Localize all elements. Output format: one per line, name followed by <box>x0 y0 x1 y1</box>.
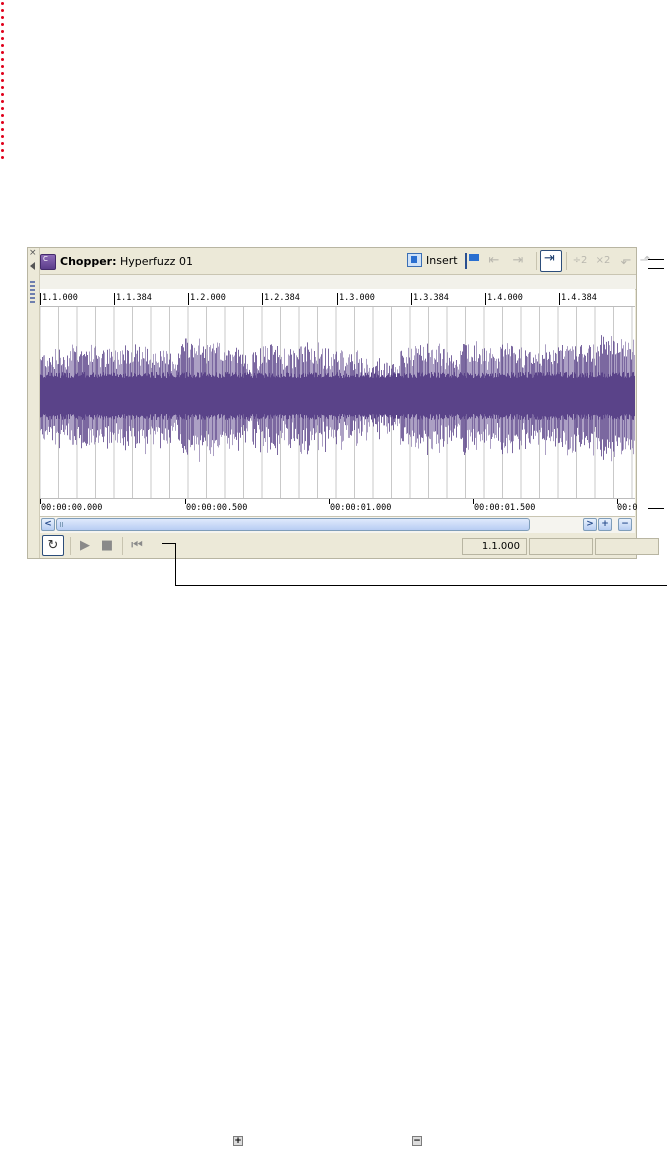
toolbar-separator <box>122 537 123 555</box>
toolbar-separator <box>536 252 537 270</box>
margin-dots <box>0 0 6 160</box>
ruler-label: 1.4.000 <box>487 293 523 303</box>
go-to-start-button[interactable]: ⏮ <box>128 537 146 555</box>
horizontal-scrollbar[interactable]: < > + − <box>40 516 635 533</box>
ruler-label: 1.3.384 <box>413 293 449 303</box>
shift-right-icon[interactable]: ⬏ <box>637 253 653 269</box>
ruler-tick <box>40 293 41 305</box>
ruler-label: 1.2.000 <box>190 293 226 303</box>
ruler-tick <box>114 293 115 305</box>
insert-label: Insert <box>426 254 458 267</box>
move-right-icon[interactable]: ⇥ <box>510 253 526 269</box>
ruler-label: 1.1.000 <box>42 293 78 303</box>
time-label: 00:0 <box>617 503 638 513</box>
ruler-label: 1.1.384 <box>116 293 152 303</box>
waveform-svg <box>40 307 635 498</box>
play-button[interactable]: ▶ <box>76 537 94 555</box>
ruler-label: 1.4.384 <box>561 293 597 303</box>
toolbar-separator <box>566 252 567 270</box>
ruler-tick <box>559 293 560 305</box>
window-title: Chopper: Hyperfuzz 01 <box>60 255 193 268</box>
callout-line <box>648 259 664 260</box>
zoom-in-button[interactable]: + <box>598 518 612 531</box>
callout-line <box>648 508 664 509</box>
ruler-tick <box>411 293 412 305</box>
ruler-tick <box>188 293 189 305</box>
time-ruler: 00:00:00.000 00:00:00.500 00:00:01.000 0… <box>40 498 638 517</box>
time-label: 00:00:01.500 <box>474 503 536 513</box>
scroll-right-button[interactable]: > <box>583 518 597 531</box>
stop-button[interactable]: ■ <box>98 537 116 555</box>
time-label: 00:00:00.000 <box>41 503 103 513</box>
window-title-prefix: Chopper: <box>60 255 117 268</box>
ruler-tick <box>337 293 338 305</box>
beat-ruler[interactable]: 1.1.000 1.1.384 1.2.000 1.2.384 1.3.000 … <box>40 289 635 307</box>
multiply-icon[interactable]: ×2 <box>595 253 611 269</box>
time-label: 00:00:01.000 <box>330 503 392 513</box>
move-left-icon[interactable]: ⇤ <box>486 253 502 269</box>
ruler-tick <box>262 293 263 305</box>
zoom-in-icon: + <box>233 1136 243 1146</box>
scroll-left-button[interactable]: < <box>41 518 55 531</box>
ruler-tick <box>485 293 486 305</box>
callout-line <box>162 543 175 544</box>
divide-icon[interactable]: ÷2 <box>572 253 588 269</box>
callout-line <box>648 268 664 269</box>
window-title-name: Hyperfuzz 01 <box>116 255 193 268</box>
callout-line <box>175 585 667 586</box>
collapse-arrow-icon[interactable] <box>30 262 35 270</box>
window-titlebar: Chopper: Hyperfuzz 01 Insert ⇤ ⇥ ÷2 ×2 ⬐… <box>40 248 650 274</box>
snap-toggle-button[interactable] <box>540 250 562 272</box>
grip-handle-icon[interactable] <box>30 281 35 303</box>
zoom-out-icon: − <box>412 1136 422 1146</box>
zoom-out-button[interactable]: − <box>618 518 632 531</box>
status-field-3 <box>595 538 659 555</box>
timeline-strip[interactable] <box>40 274 636 290</box>
ruler-label: 1.2.384 <box>264 293 300 303</box>
position-readout: 1.1.000 <box>462 538 527 555</box>
close-icon[interactable]: × <box>29 248 37 258</box>
insert-icon <box>407 253 422 267</box>
chopper-app-icon <box>40 254 56 270</box>
status-field-2 <box>529 538 593 555</box>
loop-playback-button[interactable]: ↻ <box>42 535 64 556</box>
add-marker-flag-icon[interactable] <box>465 253 483 269</box>
toolbar-separator <box>70 537 71 555</box>
transport-bar: ↻ ▶ ■ ⏮ 1.1.000 <box>40 533 659 558</box>
insert-button[interactable]: Insert <box>407 251 458 271</box>
shift-left-icon[interactable]: ⬐ <box>618 253 634 269</box>
callout-line <box>175 543 176 586</box>
waveform-display[interactable] <box>40 307 635 498</box>
time-label: 00:00:00.500 <box>186 503 248 513</box>
scrollbar-thumb[interactable] <box>56 518 530 531</box>
docking-gutter: × <box>28 248 40 558</box>
chopper-window: × Chopper: Hyperfuzz 01 Insert ⇤ ⇥ ÷2 ×2… <box>27 247 659 559</box>
ruler-label: 1.3.000 <box>339 293 375 303</box>
